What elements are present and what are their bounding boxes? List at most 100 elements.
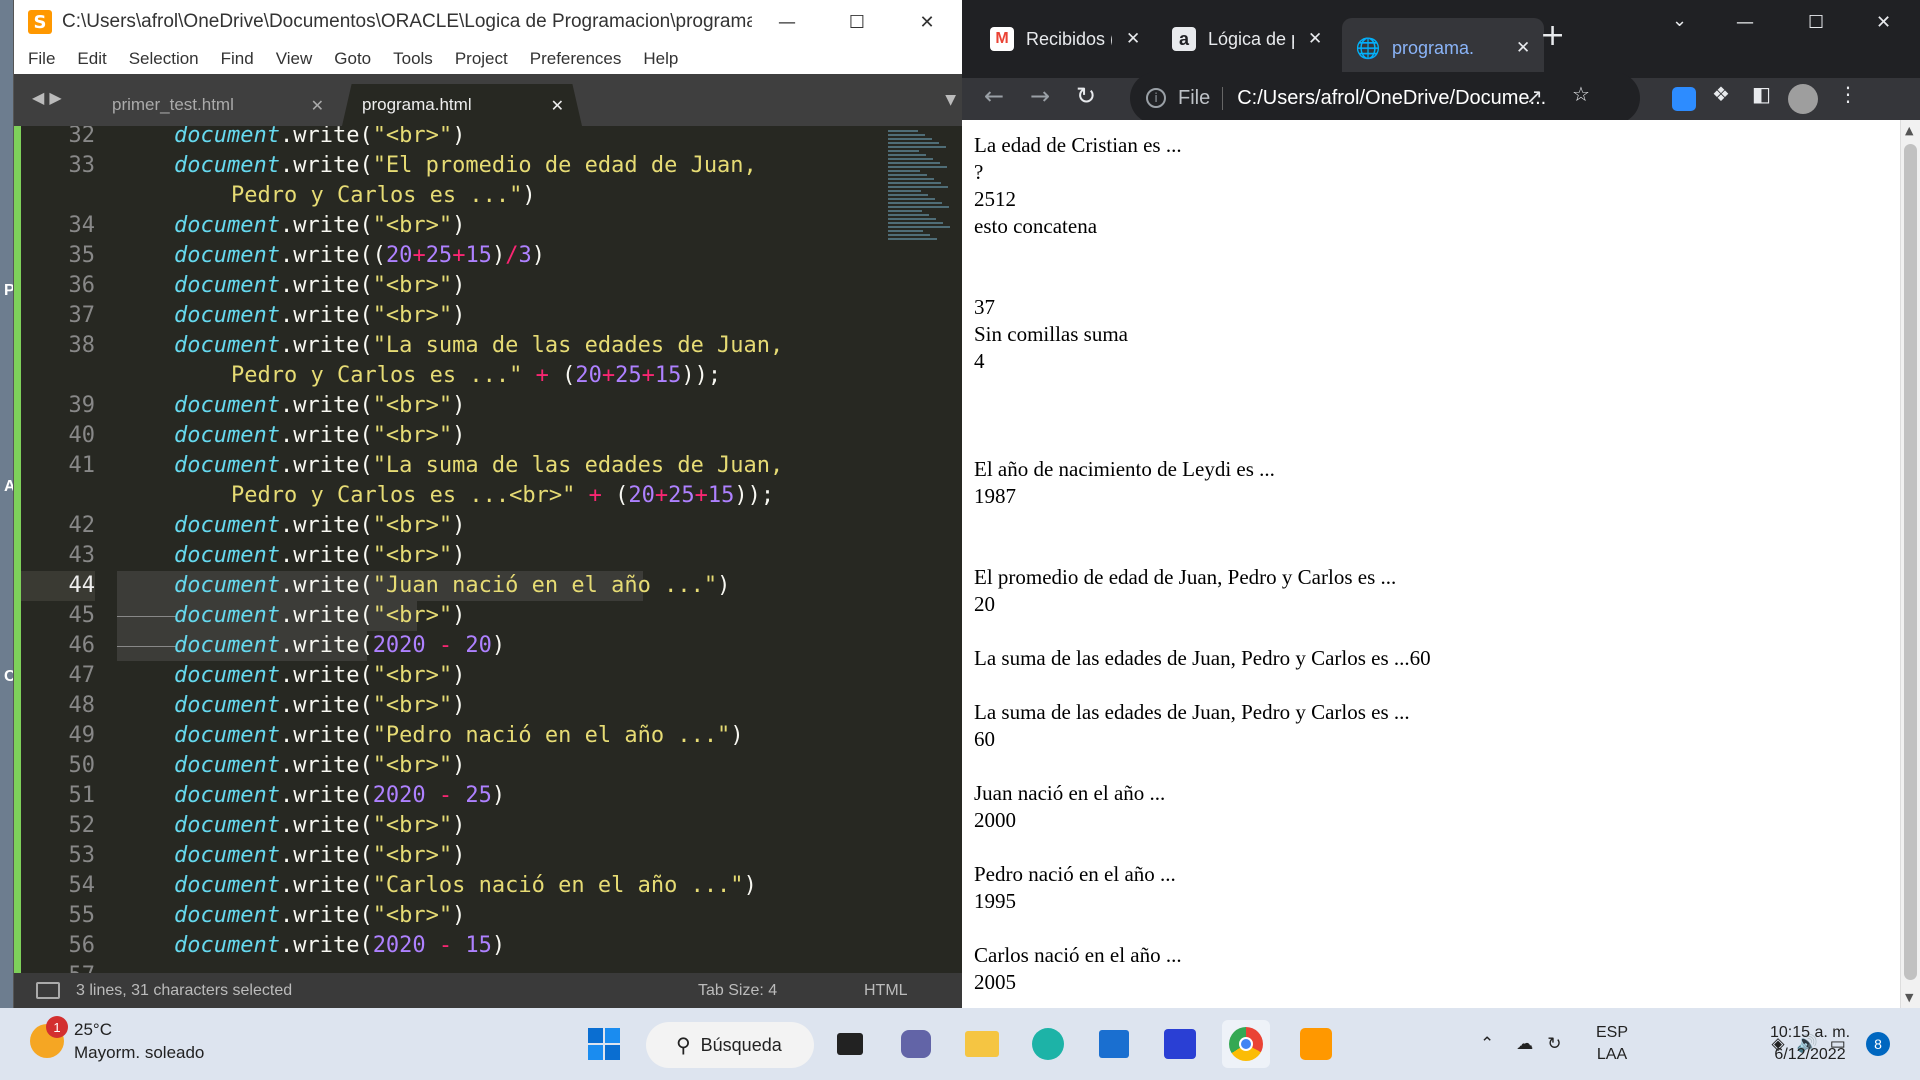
back-icon[interactable]: ←: [984, 82, 1004, 110]
code-line[interactable]: document.write("Pedro nació en el año ..…: [174, 721, 744, 751]
chrome-menu-icon[interactable]: ⋮: [1838, 82, 1858, 106]
close-tab-icon[interactable]: ✕: [1516, 38, 1530, 58]
onedrive-icon[interactable]: ☁: [1516, 1034, 1533, 1054]
code-line[interactable]: Pedro y Carlos es ..." + (20+25+15));: [231, 361, 721, 391]
menu-file[interactable]: File: [28, 49, 55, 69]
maximize-button[interactable]: ☐: [822, 0, 892, 44]
code-token: document: [174, 693, 280, 718]
close-tab-icon[interactable]: ✕: [1126, 29, 1140, 49]
notification-badge[interactable]: 8: [1866, 1032, 1890, 1056]
close-button[interactable]: ✕: [1876, 12, 1891, 33]
code-line[interactable]: document.write(2020 - 15): [174, 931, 505, 961]
menu-selection[interactable]: Selection: [129, 49, 199, 69]
browser-tab-logica[interactable]: a Lógica de p ✕: [1172, 18, 1322, 60]
code-area[interactable]: 32 document.write("<br>") 33 document.write…: [14, 126, 876, 973]
tab-size-status[interactable]: Tab Size: 4: [698, 982, 777, 1000]
close-tab-icon[interactable]: ✕: [311, 96, 324, 115]
browser-tab-programa[interactable]: 🌐 programa. ✕: [1342, 18, 1545, 78]
code-line[interactable]: document.write("Carlos nació en el año .…: [174, 871, 757, 901]
minimap[interactable]: [876, 126, 962, 973]
taskbar-search[interactable]: ⚲ Búsqueda: [646, 1022, 814, 1068]
code-line[interactable]: document.write(2020 - 25): [174, 781, 505, 811]
new-tab-button[interactable]: +: [1540, 18, 1565, 53]
clock[interactable]: 10:15 a. m. 6/12/2022: [1770, 1022, 1850, 1066]
code-line[interactable]: document.write("<br>"): [174, 601, 465, 631]
zoom-extension-icon[interactable]: [1672, 87, 1696, 111]
code-line[interactable]: document.write("<br>"): [174, 421, 465, 451]
code-line[interactable]: document.write("<br>"): [174, 271, 465, 301]
scrollbar-thumb[interactable]: [1904, 144, 1917, 980]
extensions-puzzle-icon[interactable]: ❖: [1712, 82, 1730, 106]
syntax-status[interactable]: HTML: [864, 982, 908, 1000]
side-panel-icon[interactable]: ◧: [1752, 82, 1771, 106]
chrome-taskbar-icon[interactable]: [1222, 1020, 1270, 1068]
code-line[interactable]: document.write("<br>"): [174, 691, 465, 721]
tab-dropdown-icon[interactable]: ▼: [945, 92, 956, 108]
code-line[interactable]: document.write("<br>"): [174, 391, 465, 421]
code-line[interactable]: document.write("<br>"): [174, 841, 465, 871]
close-tab-icon[interactable]: ✕: [1308, 29, 1322, 49]
task-view-icon[interactable]: [826, 1020, 874, 1068]
code-line[interactable]: document.write("<br>"): [174, 211, 465, 241]
code-line[interactable]: document.write("El promedio de edad de J…: [174, 151, 757, 181]
code-line[interactable]: Pedro y Carlos es ...<br>" + (20+25+15))…: [231, 481, 774, 511]
tab-search-icon[interactable]: ⌄: [1672, 10, 1687, 31]
code-token: .write(: [279, 843, 373, 868]
maximize-button[interactable]: ☐: [1808, 12, 1824, 33]
menu-tools[interactable]: Tools: [393, 49, 433, 69]
menu-view[interactable]: View: [276, 49, 313, 69]
panel-toggle-icon[interactable]: [36, 982, 60, 999]
menu-goto[interactable]: Goto: [334, 49, 371, 69]
sync-icon[interactable]: ↻: [1547, 1034, 1561, 1054]
close-tab-icon[interactable]: ✕: [551, 96, 564, 115]
file-explorer-icon[interactable]: [958, 1020, 1006, 1068]
code-line[interactable]: document.write("<br>"): [174, 301, 465, 331]
code-token: .write(: [279, 273, 373, 298]
tab-programa[interactable]: programa.html ✕: [342, 84, 582, 126]
code-line[interactable]: document.write("<br>"): [174, 751, 465, 781]
sublime-taskbar-icon[interactable]: [1292, 1020, 1340, 1068]
code-line[interactable]: document.write("<br>"): [174, 541, 465, 571]
menu-preferences[interactable]: Preferences: [530, 49, 622, 69]
code-line[interactable]: document.write("<br>"): [174, 811, 465, 841]
tab-nav-arrows-icon[interactable]: ◀ ▶: [32, 88, 62, 107]
bookmark-star-icon[interactable]: ☆: [1572, 82, 1590, 106]
menu-edit[interactable]: Edit: [77, 49, 106, 69]
language-indicator[interactable]: ESP LAA: [1596, 1022, 1628, 1066]
menu-help[interactable]: Help: [643, 49, 678, 69]
code-line[interactable]: document.write("La suma de las edades de…: [174, 451, 783, 481]
info-icon[interactable]: i: [1146, 88, 1166, 108]
minimize-button[interactable]: —: [1736, 12, 1754, 33]
code-line[interactable]: document.write("Juan nació en el año ...…: [174, 571, 730, 601]
minimize-button[interactable]: —: [752, 0, 822, 44]
code-line[interactable]: document.write(2020 - 20): [174, 631, 505, 661]
code-line[interactable]: document.write("La suma de las edades de…: [174, 331, 783, 361]
scroll-up-icon[interactable]: ▲: [1905, 124, 1913, 137]
tray-overflow-icon[interactable]: ⌃: [1480, 1034, 1494, 1054]
forward-icon[interactable]: →: [1030, 82, 1050, 110]
start-button[interactable]: [580, 1020, 628, 1068]
share-icon[interactable]: ↗: [1526, 84, 1543, 108]
tab-primer-test[interactable]: primer_test.html ✕: [92, 84, 342, 126]
profile-avatar[interactable]: [1788, 84, 1818, 114]
code-line[interactable]: document.write("<br>"): [174, 126, 465, 151]
code-line[interactable]: document.write("<br>"): [174, 901, 465, 931]
scroll-down-icon[interactable]: ▼: [1905, 991, 1913, 1004]
teams-chat-icon[interactable]: [892, 1020, 940, 1068]
app-icon[interactable]: [1156, 1020, 1204, 1068]
reload-icon[interactable]: ↻: [1076, 82, 1096, 110]
store-icon[interactable]: [1090, 1020, 1138, 1068]
menu-project[interactable]: Project: [455, 49, 508, 69]
code-line[interactable]: Pedro y Carlos es ..."): [231, 181, 536, 211]
code-line[interactable]: document.write((20+25+15)/3): [174, 241, 545, 271]
weather-widget[interactable]: 1 25°C Mayorm. soleado: [30, 1016, 204, 1064]
vertical-scrollbar[interactable]: ▲ ▼: [1900, 120, 1920, 1008]
close-button[interactable]: ✕: [892, 0, 962, 44]
code-line[interactable]: document.write("<br>"): [174, 661, 465, 691]
url-text[interactable]: C:/Users/afrol/OneDrive/Docume...: [1237, 87, 1567, 110]
address-bar[interactable]: i File C:/Users/afrol/OneDrive/Docume...…: [1130, 72, 1640, 124]
code-line[interactable]: document.write("<br>"): [174, 511, 465, 541]
edge-icon[interactable]: [1024, 1020, 1072, 1068]
menu-find[interactable]: Find: [221, 49, 254, 69]
browser-tab-gmail[interactable]: M Recibidos ( ✕: [990, 18, 1140, 60]
